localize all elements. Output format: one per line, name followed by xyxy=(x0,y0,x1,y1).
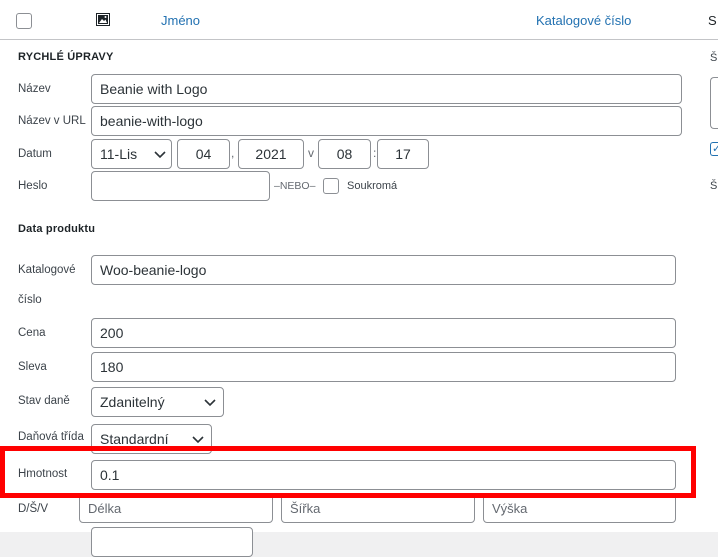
year-input[interactable]: 2021 xyxy=(238,139,304,169)
month-value: 11-Lis xyxy=(100,146,138,162)
right-column-label-top: Š xyxy=(710,52,718,64)
day-input[interactable]: 04 xyxy=(177,139,230,169)
name-input[interactable]: Beanie with Logo xyxy=(91,74,682,104)
length-input[interactable]: Délka xyxy=(79,494,273,523)
name-label: Název xyxy=(18,83,51,95)
tax-class-select[interactable]: Standardní xyxy=(91,424,212,454)
select-all-checkbox[interactable] xyxy=(16,13,32,29)
time-separator: : xyxy=(373,146,377,160)
sku-label-line1: Katalogové xyxy=(18,264,76,276)
height-input[interactable]: Výška xyxy=(483,494,676,523)
private-checkbox[interactable] xyxy=(323,178,339,194)
at-separator: v xyxy=(308,146,314,160)
weight-label: Hmotnost xyxy=(18,468,68,480)
tax-class-label: Daňová třída xyxy=(18,431,84,443)
tax-class-value: Standardní xyxy=(100,431,169,447)
image-icon xyxy=(96,13,110,26)
slug-input[interactable]: beanie-with-logo xyxy=(91,106,682,136)
tax-status-label: Stav daně xyxy=(18,395,70,407)
sale-price-label: Sleva xyxy=(18,361,47,373)
right-column-checkbox[interactable]: ✓ xyxy=(710,142,718,156)
product-data-title: Data produktu xyxy=(18,223,96,235)
chevron-down-icon xyxy=(154,151,166,159)
column-sku-link[interactable]: Katalogové číslo xyxy=(536,13,631,28)
month-select[interactable]: 11-Lis xyxy=(91,139,172,169)
password-input[interactable] xyxy=(91,171,270,201)
price-input[interactable]: 200 xyxy=(91,318,676,348)
dimensions-label: D/Š/V xyxy=(18,503,49,515)
weight-input[interactable]: 0.1 xyxy=(91,460,676,490)
quick-edit-title: RYCHLÉ ÚPRAVY xyxy=(18,51,114,63)
column-name-link[interactable]: Jméno xyxy=(161,13,200,28)
sku-input[interactable]: Woo-beanie-logo xyxy=(91,255,676,285)
table-header: Jméno Katalogové číslo S xyxy=(0,0,718,40)
tax-status-select[interactable]: Zdanitelný xyxy=(91,387,224,417)
private-label: Soukromá xyxy=(347,180,398,192)
minute-input[interactable]: 17 xyxy=(377,139,429,169)
width-input[interactable]: Šířka xyxy=(281,494,475,523)
chevron-down-icon xyxy=(204,399,216,407)
or-text: –NEBO– xyxy=(274,180,316,192)
right-column-label-bottom: Š xyxy=(710,180,718,192)
tax-status-value: Zdanitelný xyxy=(100,394,165,410)
right-column-textarea[interactable] xyxy=(710,77,718,129)
sale-price-input[interactable]: 180 xyxy=(91,352,676,382)
slug-label: Název v URL xyxy=(18,115,86,127)
price-label: Cena xyxy=(18,327,46,339)
date-label: Datum xyxy=(18,148,52,160)
chevron-down-icon xyxy=(192,436,204,444)
hour-input[interactable]: 08 xyxy=(318,139,371,169)
right-column: Š ✓ Š xyxy=(700,40,718,532)
password-label: Heslo xyxy=(18,180,48,192)
quick-edit-panel: RYCHLÉ ÚPRAVY Název Beanie with Logo Náz… xyxy=(0,40,700,557)
sku-label-line2: číslo xyxy=(18,294,42,306)
date-separator: , xyxy=(231,146,235,160)
column-stock-header[interactable]: S xyxy=(708,13,717,28)
